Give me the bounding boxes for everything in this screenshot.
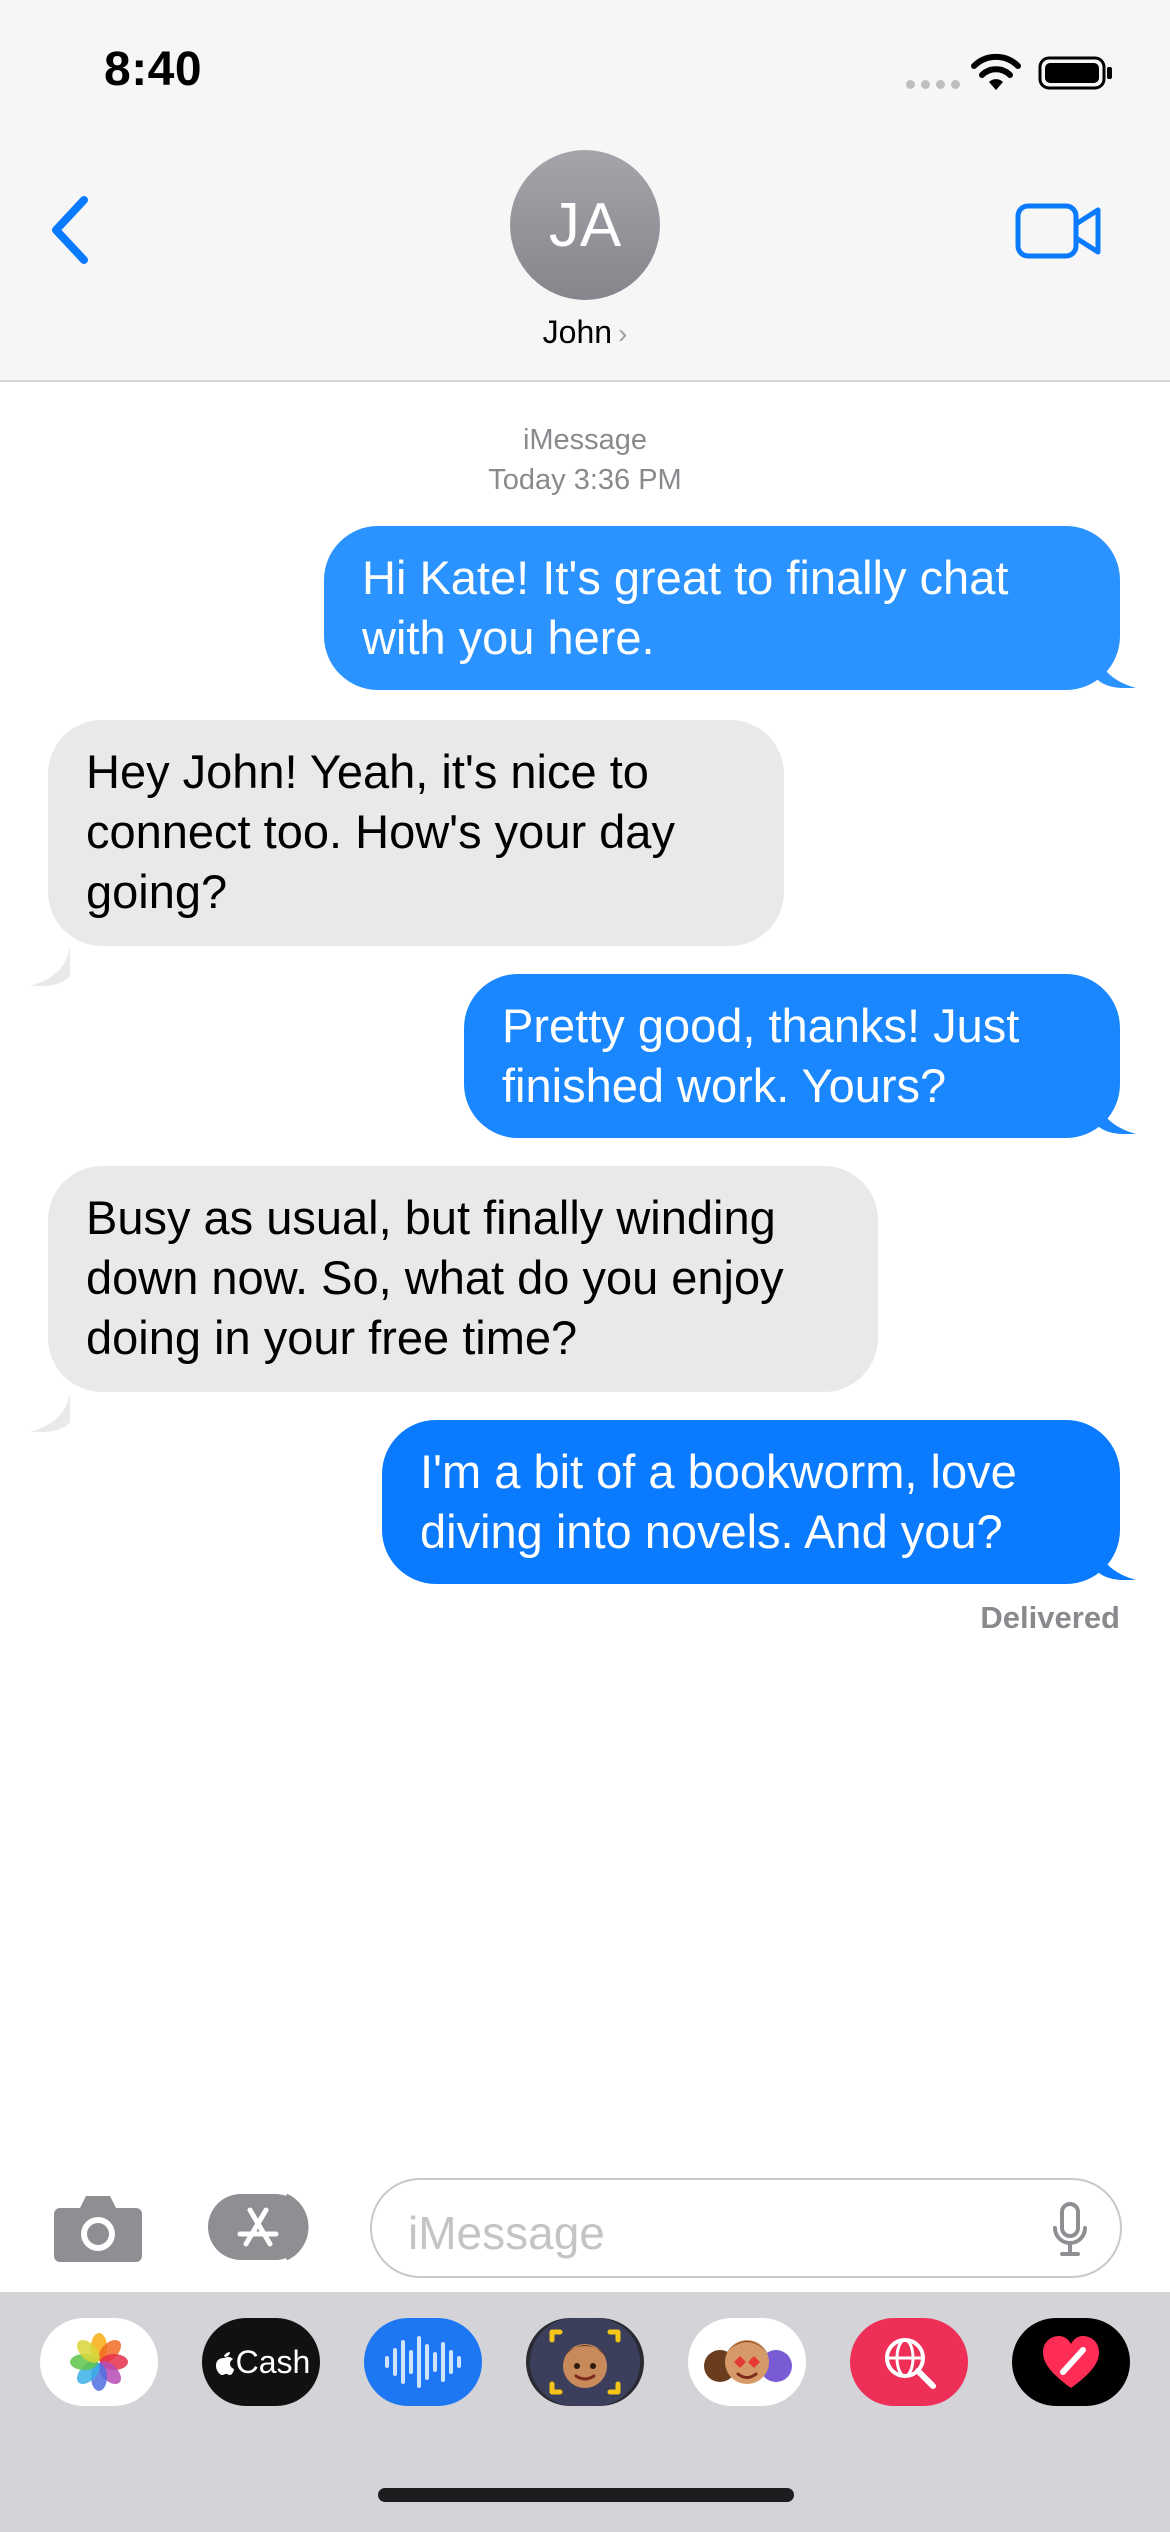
bubble-tail (30, 1392, 70, 1432)
message-bubble-received[interactable]: Hey John! Yeah, it's nice to connect too… (48, 720, 784, 946)
waveform-icon (385, 2336, 461, 2388)
contact-name-label: John (542, 314, 613, 350)
globe-search-icon (885, 2338, 936, 2389)
memoji-face-icon (530, 2318, 640, 2406)
memoji-app-icon[interactable] (526, 2318, 644, 2406)
contact-avatar[interactable]: JA (510, 150, 660, 300)
back-chevron-icon[interactable] (40, 190, 100, 270)
service-label: iMessage (522, 424, 648, 456)
contact-name[interactable]: John › (0, 314, 1170, 351)
status-bar: 8:40 (0, 0, 1170, 140)
message-bubble-sent[interactable]: I'm a bit of a bookworm, love diving int… (382, 1420, 1120, 1584)
cellular-signal-icon (906, 80, 960, 89)
apple-cash-app-icon[interactable]: Cash (202, 2318, 320, 2406)
thread-timestamp: Today 3:36 PM (488, 464, 682, 496)
video-call-icon[interactable] (1014, 196, 1104, 266)
camera-icon[interactable] (52, 2190, 144, 2264)
message-bubble-received[interactable]: Busy as usual, but finally winding down … (48, 1166, 878, 1392)
composer-bar: iMessage (0, 2160, 1170, 2290)
message-input-placeholder: iMessage (408, 2207, 605, 2259)
app-store-icon[interactable] (206, 2192, 322, 2262)
message-bubble-sent[interactable]: Hi Kate! It's great to finally chat with… (324, 526, 1120, 690)
message-bubble-sent[interactable]: Pretty good, thanks! Just finished work.… (464, 974, 1120, 1138)
web-search-app-icon[interactable] (850, 2318, 968, 2406)
conversation-header: JA John › (0, 140, 1170, 382)
digital-touch-app-icon[interactable] (1012, 2318, 1130, 2406)
audio-message-app-icon[interactable] (364, 2318, 482, 2406)
memoji-stickers-icon (704, 2340, 792, 2384)
microphone-icon[interactable] (1052, 2202, 1088, 2258)
battery-icon (1038, 56, 1112, 90)
photos-app-icon[interactable] (40, 2318, 158, 2406)
cash-label: Cash (235, 2343, 311, 2380)
wifi-icon (971, 53, 1021, 90)
home-indicator[interactable] (378, 2488, 794, 2502)
status-time: 8:40 (104, 43, 203, 96)
apple-logo-icon (215, 2352, 234, 2375)
thread-meta: iMessage Today 3:36 PM (0, 420, 1170, 500)
bubble-tail (30, 946, 70, 986)
avatar-initials: JA (548, 190, 622, 260)
heart-touch-icon (1043, 2336, 1099, 2388)
delivery-status: Delivered (980, 1600, 1120, 1635)
message-input[interactable]: iMessage (370, 2178, 1122, 2278)
memoji-stickers-app-icon[interactable] (688, 2318, 806, 2406)
photos-flower-icon (70, 2333, 128, 2391)
chevron-right-icon: › (618, 318, 628, 349)
